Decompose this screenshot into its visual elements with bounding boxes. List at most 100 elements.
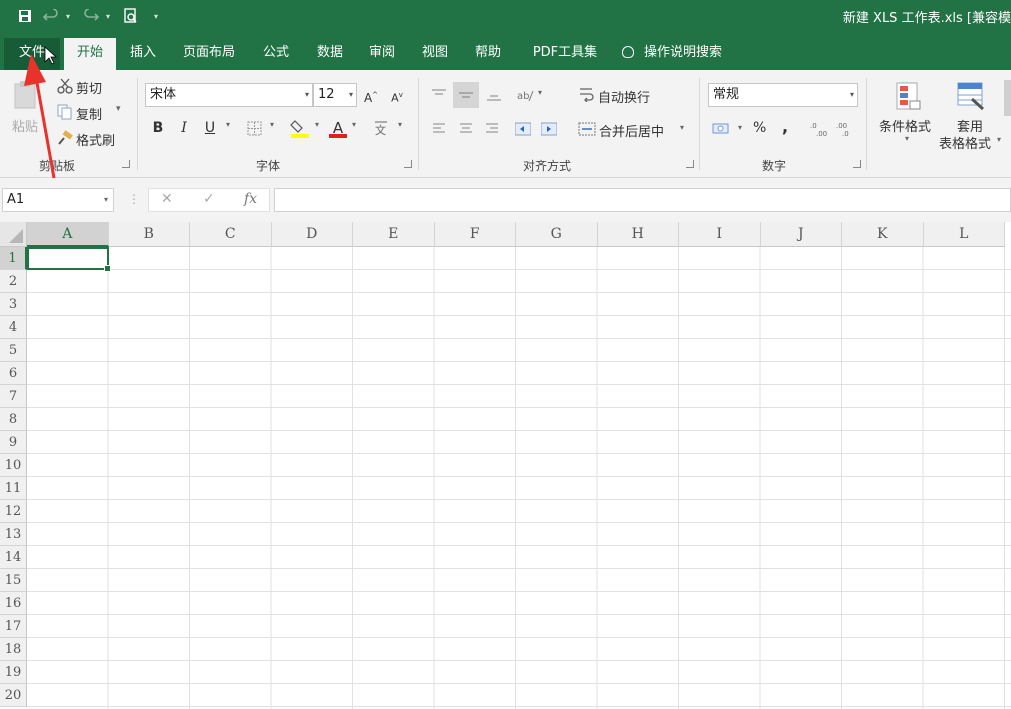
clipboard-launcher-icon[interactable] [122, 160, 130, 168]
column-header-k[interactable]: K [842, 222, 924, 247]
tab-insert[interactable]: 插入 [122, 38, 164, 70]
tab-file[interactable]: 文件 [4, 38, 60, 70]
tab-formulas[interactable]: 公式 [254, 38, 298, 70]
font-size-combo[interactable]: 12 ▾ [313, 83, 357, 107]
print-preview-icon[interactable] [120, 6, 142, 26]
column-header-h[interactable]: H [597, 222, 679, 247]
decrease-indent-icon[interactable] [512, 118, 534, 140]
italic-button[interactable]: I [173, 117, 195, 139]
tab-view[interactable]: 视图 [413, 38, 457, 70]
font-launcher-icon[interactable] [404, 160, 412, 168]
increase-font-size-button[interactable]: A^ [360, 84, 382, 106]
align-left-icon[interactable] [428, 118, 450, 140]
align-bottom-icon[interactable] [483, 84, 505, 106]
row-header-1[interactable]: 1 [0, 247, 27, 270]
row-header-16[interactable]: 16 [0, 592, 27, 615]
undo-icon[interactable] [40, 6, 62, 26]
align-center-icon[interactable] [455, 118, 477, 140]
row-header-6[interactable]: 6 [0, 362, 27, 385]
row-header-10[interactable]: 10 [0, 454, 27, 477]
font-color-dropdown-icon[interactable]: ▾ [352, 120, 356, 129]
column-header-c[interactable]: C [190, 222, 272, 247]
alignment-launcher-icon[interactable] [686, 160, 694, 168]
row-header-8[interactable]: 8 [0, 408, 27, 431]
row-header-11[interactable]: 11 [0, 477, 27, 500]
row-header-5[interactable]: 5 [0, 339, 27, 362]
bold-button[interactable]: B [147, 117, 169, 139]
row-header-18[interactable]: 18 [0, 638, 27, 661]
merge-center-button[interactable]: 合并后居中 [599, 121, 664, 140]
number-format-combo[interactable]: 常规 ▾ [708, 83, 858, 107]
decrease-decimal-icon[interactable]: .00.0 [834, 118, 856, 140]
format-as-table-dropdown-icon[interactable]: ▾ [997, 135, 1001, 144]
undo-dropdown-icon[interactable]: ▾ [66, 12, 76, 21]
name-box[interactable]: A1 ▾ [2, 188, 114, 212]
save-icon[interactable] [14, 6, 36, 26]
orientation-icon[interactable]: ab [514, 84, 536, 106]
select-all-button[interactable] [0, 222, 27, 247]
column-header-i[interactable]: I [679, 222, 761, 247]
customize-icon[interactable]: ▾ [154, 12, 164, 21]
conditional-formatting-button[interactable]: 条件格式 [879, 116, 931, 135]
column-header-a[interactable]: A [27, 222, 109, 247]
tab-data[interactable]: 数据 [308, 38, 352, 70]
tab-page-layout[interactable]: 页面布局 [174, 38, 244, 70]
borders-dropdown-icon[interactable]: ▾ [270, 120, 274, 129]
copy-dropdown-icon[interactable]: ▾ [116, 104, 121, 114]
tab-home[interactable]: 开始 [64, 38, 116, 70]
tab-help[interactable]: 帮助 [466, 38, 510, 70]
redo-dropdown-icon[interactable]: ▾ [106, 12, 116, 21]
decrease-font-size-button[interactable]: Av [386, 84, 408, 106]
copy-button[interactable]: 复制 [76, 104, 102, 123]
format-as-table-line2[interactable]: 表格格式 [939, 133, 991, 152]
row-header-13[interactable]: 13 [0, 523, 27, 546]
paste-button[interactable]: 粘贴 [12, 116, 38, 135]
format-painter-button[interactable]: 格式刷 [76, 130, 115, 149]
row-header-15[interactable]: 15 [0, 569, 27, 592]
increase-decimal-icon[interactable]: .0.00 [808, 118, 830, 140]
fill-color-dropdown-icon[interactable]: ▾ [315, 120, 319, 129]
percent-button[interactable]: % [753, 120, 766, 136]
column-header-e[interactable]: E [353, 222, 435, 247]
active-cell-a1[interactable] [27, 247, 111, 272]
column-header-b[interactable]: B [108, 222, 190, 247]
formula-bar-grip-icon[interactable]: ⋮ [128, 192, 140, 206]
cell-styles-icon[interactable] [1004, 80, 1011, 116]
tell-me-search[interactable]: 操作说明搜索 [622, 38, 746, 70]
enter-icon[interactable]: ✓ [203, 191, 215, 207]
align-middle-icon[interactable] [453, 82, 479, 108]
conditional-dropdown-icon[interactable]: ▾ [905, 134, 909, 143]
row-header-7[interactable]: 7 [0, 385, 27, 408]
orientation-dropdown-icon[interactable]: ▾ [538, 88, 542, 97]
phonetic-guide-icon[interactable]: 文 [372, 118, 392, 138]
redo-icon[interactable] [80, 6, 102, 26]
cut-button[interactable]: 剪切 [76, 78, 102, 97]
borders-icon[interactable] [246, 120, 262, 136]
row-header-9[interactable]: 9 [0, 431, 27, 454]
column-header-d[interactable]: D [271, 222, 353, 247]
row-header-12[interactable]: 12 [0, 500, 27, 523]
row-header-19[interactable]: 19 [0, 661, 27, 684]
column-header-l[interactable]: L [923, 222, 1005, 247]
wrap-text-button[interactable]: 自动换行 [598, 87, 650, 106]
underline-dropdown-icon[interactable]: ▾ [226, 120, 230, 129]
currency-dropdown-icon[interactable]: ▾ [738, 123, 742, 132]
font-color-button[interactable]: A [328, 117, 348, 139]
insert-function-icon[interactable]: fx [244, 191, 257, 207]
row-header-20[interactable]: 20 [0, 684, 27, 707]
cell-area[interactable] [27, 247, 1011, 709]
number-launcher-icon[interactable] [853, 160, 861, 168]
row-header-4[interactable]: 4 [0, 316, 27, 339]
phonetic-dropdown-icon[interactable]: ▾ [398, 120, 402, 129]
fill-color-icon[interactable] [290, 118, 310, 138]
paste-icon[interactable] [12, 80, 38, 110]
row-header-17[interactable]: 17 [0, 615, 27, 638]
currency-icon[interactable] [712, 120, 730, 136]
font-name-combo[interactable]: 宋体 ▾ [145, 83, 313, 107]
row-header-2[interactable]: 2 [0, 270, 27, 293]
underline-button[interactable]: U [199, 117, 221, 139]
increase-indent-icon[interactable] [538, 118, 560, 140]
column-header-g[interactable]: G [516, 222, 598, 247]
align-right-icon[interactable] [481, 118, 503, 140]
merge-dropdown-icon[interactable]: ▾ [680, 123, 684, 132]
